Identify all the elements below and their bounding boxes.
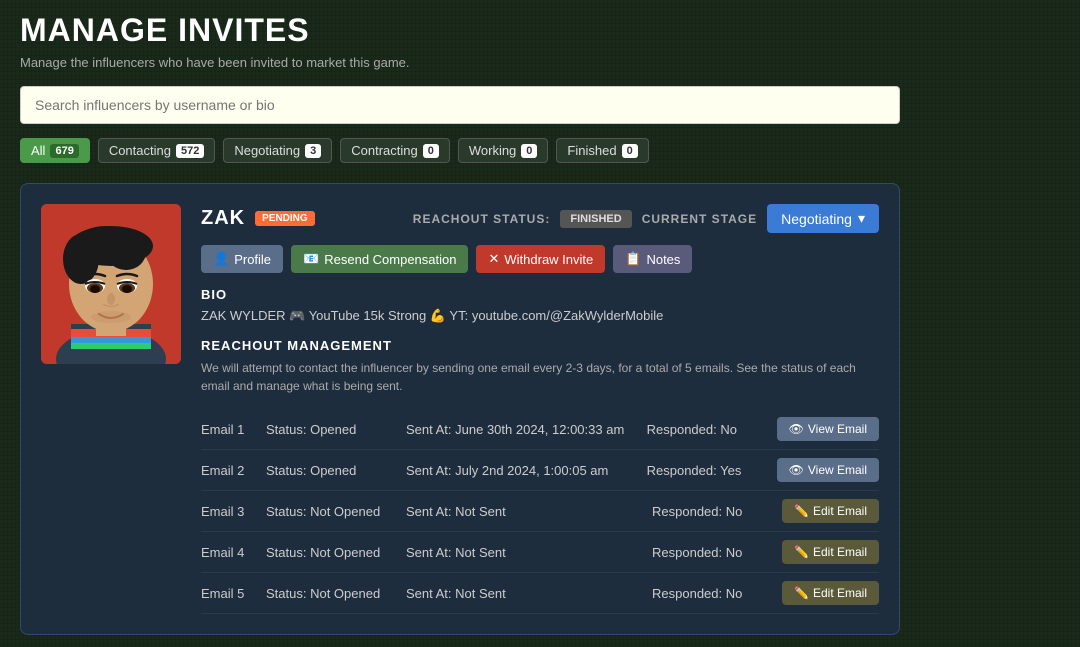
email-view-button[interactable]: 👁 View Email xyxy=(777,458,879,482)
reachout-status-area: REACHOUT STATUS: FINISHED CURRENT STAGE … xyxy=(413,204,879,233)
filter-tab-contacting[interactable]: Contacting 572 xyxy=(98,138,216,163)
email-action-label: View Email xyxy=(808,422,867,436)
email-edit-button[interactable]: ✏️ Edit Email xyxy=(782,581,879,605)
filter-tab-all[interactable]: All 679 xyxy=(20,138,90,163)
current-stage-dropdown[interactable]: Negotiating ▾ xyxy=(767,204,879,233)
page-subtitle: Manage the influencers who have been inv… xyxy=(20,55,1060,70)
reachout-section-title: REACHOUT MANAGEMENT xyxy=(201,338,879,353)
page-title: MANAGE INVITES xyxy=(20,12,1060,49)
card-header: ZAK PENDING REACHOUT STATUS: FINISHED CU… xyxy=(201,204,879,233)
email-list: Email 1 Status: Opened Sent At: June 30t… xyxy=(201,409,879,614)
filter-tab-negotiating[interactable]: Negotiating 3 xyxy=(223,138,332,163)
filter-label: All xyxy=(31,143,45,158)
withdraw-label: Withdraw Invite xyxy=(504,252,593,267)
email-edit-button[interactable]: ✏️ Edit Email xyxy=(782,499,879,523)
email-row: Email 1 Status: Opened Sent At: June 30t… xyxy=(201,409,879,450)
influencer-card: ZAK PENDING REACHOUT STATUS: FINISHED CU… xyxy=(20,183,900,635)
profile-label: Profile xyxy=(234,252,271,267)
edit-icon: ✏️ xyxy=(794,504,809,518)
card-content: ZAK PENDING REACHOUT STATUS: FINISHED CU… xyxy=(201,204,879,614)
influencer-name-row: ZAK PENDING xyxy=(201,207,315,230)
filter-label: Contracting xyxy=(351,143,417,158)
pending-badge: PENDING xyxy=(255,211,315,226)
reachout-status-badge: FINISHED xyxy=(560,210,631,228)
reachout-description: We will attempt to contact the influence… xyxy=(201,359,879,395)
profile-button[interactable]: 👤 Profile xyxy=(201,245,283,273)
email-sent-at: Sent At: Not Sent xyxy=(406,545,642,560)
bio-section-title: BIO xyxy=(201,287,879,302)
email-row: Email 4 Status: Not Opened Sent At: Not … xyxy=(201,532,879,573)
email-responded: Responded: No xyxy=(652,545,772,560)
email-status: Status: Not Opened xyxy=(266,545,396,560)
email-action-cell: ✏️ Edit Email xyxy=(782,581,879,605)
email-edit-button[interactable]: ✏️ Edit Email xyxy=(782,540,879,564)
email-action-cell: 👁 View Email xyxy=(777,417,879,441)
filter-label: Working xyxy=(469,143,516,158)
reachout-status-label: REACHOUT STATUS: xyxy=(413,212,551,226)
email-responded: Responded: No xyxy=(652,586,772,601)
email-status: Status: Not Opened xyxy=(266,504,396,519)
email-action-cell: ✏️ Edit Email xyxy=(782,540,879,564)
email-action-cell: 👁 View Email xyxy=(777,458,879,482)
action-buttons: 👤 Profile 📧 Resend Compensation ✕ Withdr… xyxy=(201,245,879,273)
filter-label: Finished xyxy=(567,143,616,158)
filter-tabs: All 679 Contacting 572 Negotiating 3 Contracti… xyxy=(20,138,1060,163)
filter-tab-contracting[interactable]: Contracting 0 xyxy=(340,138,450,163)
resend-icon: 📧 xyxy=(303,251,319,267)
filter-label: Contacting xyxy=(109,143,171,158)
resend-label: Resend Compensation xyxy=(324,252,456,267)
email-label: Email 4 xyxy=(201,545,256,560)
filter-count: 3 xyxy=(305,144,321,158)
email-view-button[interactable]: 👁 View Email xyxy=(777,417,879,441)
email-action-label: Edit Email xyxy=(813,545,867,559)
filter-count: 572 xyxy=(176,144,204,158)
filter-label: Negotiating xyxy=(234,143,300,158)
email-status: Status: Opened xyxy=(266,422,396,437)
email-sent-at: Sent At: June 30th 2024, 12:00:33 am xyxy=(406,422,637,437)
filter-tab-working[interactable]: Working 0 xyxy=(458,138,549,163)
email-row: Email 3 Status: Not Opened Sent At: Not … xyxy=(201,491,879,532)
filter-count: 0 xyxy=(423,144,439,158)
email-label: Email 2 xyxy=(201,463,256,478)
current-stage-value: Negotiating xyxy=(781,211,852,227)
email-label: Email 1 xyxy=(201,422,256,437)
email-status: Status: Opened xyxy=(266,463,396,478)
bio-text: ZAK WYLDER 🎮 YouTube 15k Strong 💪 YT: yo… xyxy=(201,308,879,324)
avatar xyxy=(41,204,181,364)
email-label: Email 3 xyxy=(201,504,256,519)
email-responded: Responded: Yes xyxy=(647,463,767,478)
filter-tab-finished[interactable]: Finished 0 xyxy=(556,138,648,163)
withdraw-invite-button[interactable]: ✕ Withdraw Invite xyxy=(476,245,605,273)
edit-icon: ✏️ xyxy=(794,586,809,600)
chevron-down-icon: ▾ xyxy=(858,210,865,227)
email-label: Email 5 xyxy=(201,586,256,601)
user-icon: 👤 xyxy=(213,251,229,267)
x-icon: ✕ xyxy=(488,251,499,267)
email-sent-at: Sent At: Not Sent xyxy=(406,586,642,601)
notes-button[interactable]: 📋 Notes xyxy=(613,245,692,273)
resend-compensation-button[interactable]: 📧 Resend Compensation xyxy=(291,245,468,273)
filter-count: 679 xyxy=(50,144,78,158)
filter-count: 0 xyxy=(622,144,638,158)
notes-icon: 📋 xyxy=(625,251,641,267)
view-icon: 👁 xyxy=(789,422,804,436)
email-action-label: Edit Email xyxy=(813,586,867,600)
email-action-label: View Email xyxy=(808,463,867,477)
email-action-cell: ✏️ Edit Email xyxy=(782,499,879,523)
view-icon: 👁 xyxy=(789,463,804,477)
email-sent-at: Sent At: July 2nd 2024, 1:00:05 am xyxy=(406,463,637,478)
email-row: Email 2 Status: Opened Sent At: July 2nd… xyxy=(201,450,879,491)
email-action-label: Edit Email xyxy=(813,504,867,518)
email-responded: Responded: No xyxy=(647,422,767,437)
edit-icon: ✏️ xyxy=(794,545,809,559)
notes-label: Notes xyxy=(646,252,680,267)
search-input[interactable] xyxy=(20,86,900,124)
email-status: Status: Not Opened xyxy=(266,586,396,601)
filter-count: 0 xyxy=(521,144,537,158)
email-responded: Responded: No xyxy=(652,504,772,519)
current-stage-label: CURRENT STAGE xyxy=(642,212,757,226)
email-sent-at: Sent At: Not Sent xyxy=(406,504,642,519)
influencer-name: ZAK xyxy=(201,207,245,230)
